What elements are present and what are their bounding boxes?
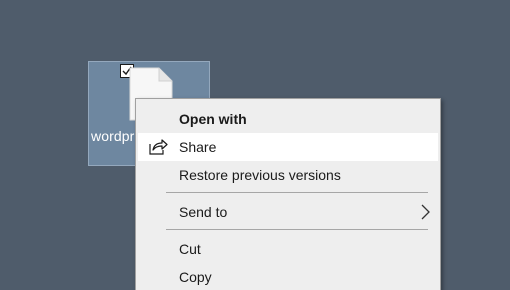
share-icon: [149, 139, 168, 155]
desktop: wordpr Open with Share Restore previous …: [0, 0, 510, 290]
menu-item-label: Share: [179, 139, 217, 155]
menu-separator: [166, 192, 428, 193]
chevron-right-icon: [421, 204, 430, 220]
menu-item-label: Open with: [179, 111, 247, 127]
menu-item-cut[interactable]: Cut: [138, 235, 438, 263]
menu-item-restore-previous-versions[interactable]: Restore previous versions: [138, 161, 438, 189]
menu-separator: [166, 229, 428, 230]
menu-item-copy[interactable]: Copy: [138, 263, 438, 290]
menu-item-send-to[interactable]: Send to: [138, 198, 438, 226]
menu-item-label: Restore previous versions: [179, 167, 341, 183]
menu-item-open-with[interactable]: Open with: [138, 105, 438, 133]
menu-item-label: Send to: [179, 204, 228, 220]
menu-item-label: Cut: [179, 241, 201, 257]
file-name-label: wordpr: [91, 128, 135, 144]
context-menu: Open with Share Restore previous version…: [135, 98, 441, 290]
menu-item-label: Copy: [179, 269, 212, 285]
menu-item-share[interactable]: Share: [138, 133, 438, 161]
